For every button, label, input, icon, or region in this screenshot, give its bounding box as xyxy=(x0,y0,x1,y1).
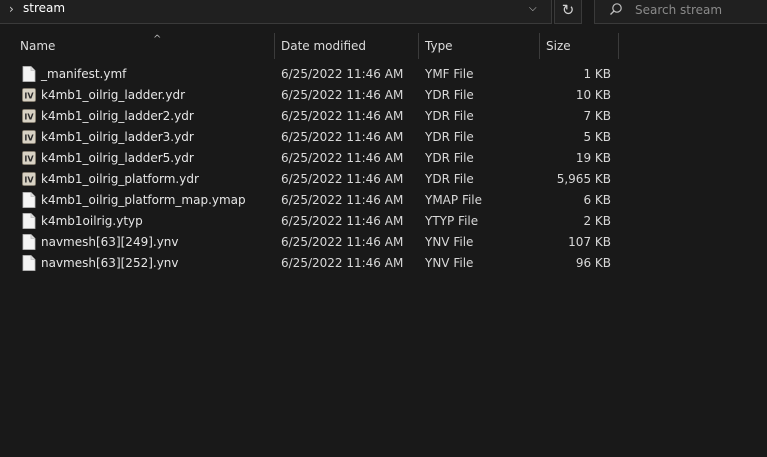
file-name: k4mb1_oilrig_platform.ydr xyxy=(41,172,199,186)
column-type-header[interactable]: Type xyxy=(419,33,540,59)
file-name: k4mb1oilrig.ytyp xyxy=(41,214,143,228)
openiv-icon: IV xyxy=(22,108,36,124)
file-type: YDR File xyxy=(425,151,474,165)
file-type: YNV File xyxy=(425,235,474,249)
column-size-header[interactable]: Size xyxy=(540,33,619,59)
file-size: 1 KB xyxy=(583,67,611,81)
file-name: navmesh[63][252].ynv xyxy=(41,256,179,270)
file-name: _manifest.ymf xyxy=(41,67,127,81)
column-header: Name ^ Date modified Type Size xyxy=(0,33,767,59)
file-date: 6/25/2022 11:46 AM xyxy=(281,193,404,207)
file-date: 6/25/2022 11:46 AM xyxy=(281,130,404,144)
file-name: k4mb1_oilrig_ladder5.ydr xyxy=(41,151,194,165)
column-name-header[interactable]: Name ^ xyxy=(14,33,275,59)
file-row[interactable]: IV k4mb1_oilrig_ladder.ydr 6/25/2022 11:… xyxy=(0,85,767,106)
file-row[interactable]: IV k4mb1_oilrig_platform.ydr 6/25/2022 1… xyxy=(0,169,767,190)
openiv-icon: IV xyxy=(22,87,36,103)
file-row[interactable]: k4mb1oilrig.ytyp 6/25/2022 11:46 AM YTYP… xyxy=(0,211,767,232)
file-row[interactable]: IV k4mb1_oilrig_ladder2.ydr 6/25/2022 11… xyxy=(0,106,767,127)
file-type: YDR File xyxy=(425,172,474,186)
file-date: 6/25/2022 11:46 AM xyxy=(281,88,404,102)
search-box[interactable] xyxy=(594,0,767,24)
file-size: 5 KB xyxy=(583,130,611,144)
file-name: k4mb1_oilrig_ladder2.ydr xyxy=(41,109,194,123)
document-icon xyxy=(22,66,36,82)
column-type-label: Type xyxy=(425,39,453,53)
svg-text:IV: IV xyxy=(24,113,34,122)
file-size: 6 KB xyxy=(583,193,611,207)
document-icon xyxy=(22,192,36,208)
file-date: 6/25/2022 11:46 AM xyxy=(281,172,404,186)
file-type: YDR File xyxy=(425,88,474,102)
file-row[interactable]: IV k4mb1_oilrig_ladder3.ydr 6/25/2022 11… xyxy=(0,127,767,148)
openiv-icon: IV xyxy=(22,150,36,166)
openiv-icon: IV xyxy=(22,129,36,145)
file-list: _manifest.ymf 6/25/2022 11:46 AM YMF Fil… xyxy=(0,64,767,274)
file-row[interactable]: k4mb1_oilrig_platform_map.ymap 6/25/2022… xyxy=(0,190,767,211)
file-type: YDR File xyxy=(425,130,474,144)
file-size: 5,965 KB xyxy=(556,172,611,186)
openiv-icon: IV xyxy=(22,171,36,187)
file-date: 6/25/2022 11:46 AM xyxy=(281,151,404,165)
file-row[interactable]: navmesh[63][249].ynv 6/25/2022 11:46 AM … xyxy=(0,232,767,253)
chevron-down-icon[interactable]: ⌵ xyxy=(529,3,537,14)
file-type: YTYP File xyxy=(425,214,479,228)
file-name: k4mb1_oilrig_ladder.ydr xyxy=(41,88,186,102)
file-size: 10 KB xyxy=(575,88,611,102)
search-icon xyxy=(610,3,622,15)
breadcrumb-stream[interactable]: stream xyxy=(23,1,65,15)
svg-text:IV: IV xyxy=(24,92,34,101)
column-date-header[interactable]: Date modified xyxy=(275,33,419,59)
file-size: 19 KB xyxy=(575,151,611,165)
file-name: k4mb1_oilrig_platform_map.ymap xyxy=(41,193,246,207)
document-icon xyxy=(22,213,36,229)
file-date: 6/25/2022 11:46 AM xyxy=(281,256,404,270)
column-size-label: Size xyxy=(546,39,571,53)
file-type: YMAP File xyxy=(425,193,483,207)
svg-text:IV: IV xyxy=(24,155,34,164)
title-bar: › stream ⌵ ↻ xyxy=(0,0,767,26)
chevron-right-icon: › xyxy=(9,2,14,16)
column-date-label: Date modified xyxy=(281,39,367,53)
address-bar[interactable]: › stream ⌵ xyxy=(0,0,552,24)
search-input[interactable] xyxy=(635,1,765,19)
refresh-icon: ↻ xyxy=(561,1,575,19)
column-name-label: Name xyxy=(20,39,56,53)
file-row[interactable]: navmesh[63][252].ynv 6/25/2022 11:46 AM … xyxy=(0,253,767,274)
file-type: YMF File xyxy=(425,67,474,81)
file-date: 6/25/2022 11:46 AM xyxy=(281,67,404,81)
file-type: YNV File xyxy=(425,256,474,270)
file-size: 7 KB xyxy=(583,109,611,123)
file-size: 107 KB xyxy=(568,235,611,249)
file-size: 96 KB xyxy=(575,256,611,270)
svg-text:IV: IV xyxy=(24,176,34,185)
file-date: 6/25/2022 11:46 AM xyxy=(281,109,404,123)
file-type: YDR File xyxy=(425,109,474,123)
file-date: 6/25/2022 11:46 AM xyxy=(281,235,404,249)
svg-text:IV: IV xyxy=(24,134,34,143)
file-name: navmesh[63][249].ynv xyxy=(41,235,179,249)
refresh-button[interactable]: ↻ xyxy=(554,0,582,24)
file-row[interactable]: IV k4mb1_oilrig_ladder5.ydr 6/25/2022 11… xyxy=(0,148,767,169)
document-icon xyxy=(22,234,36,250)
file-date: 6/25/2022 11:46 AM xyxy=(281,214,404,228)
file-name: k4mb1_oilrig_ladder3.ydr xyxy=(41,130,194,144)
file-size: 2 KB xyxy=(583,214,611,228)
sort-ascending-icon: ^ xyxy=(153,34,162,45)
file-row[interactable]: _manifest.ymf 6/25/2022 11:46 AM YMF Fil… xyxy=(0,64,767,85)
document-icon xyxy=(22,255,36,271)
